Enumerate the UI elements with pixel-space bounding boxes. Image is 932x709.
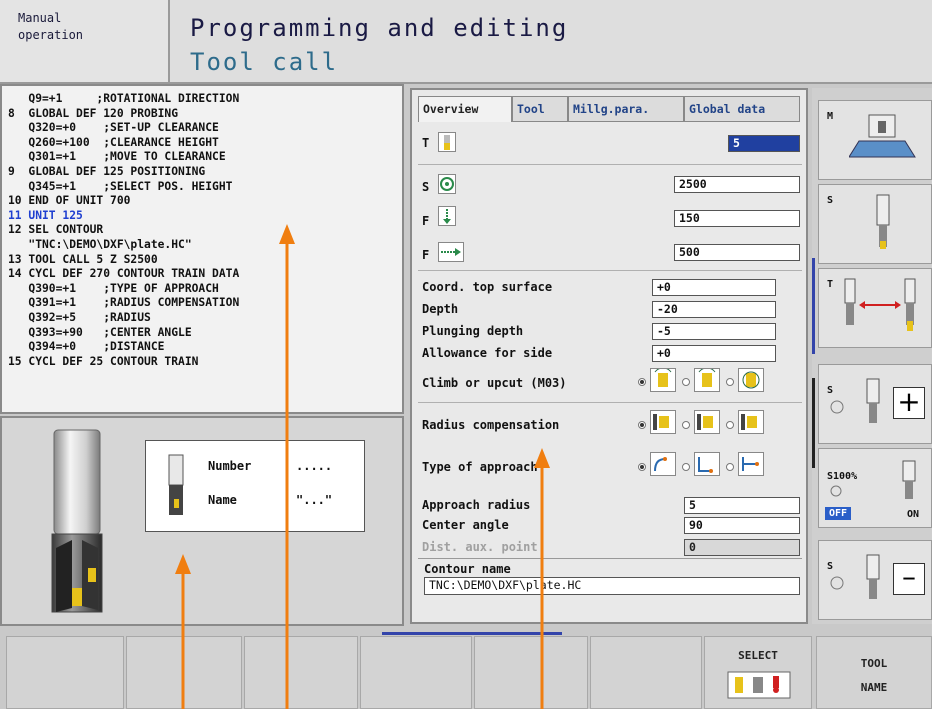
arrowhead-program — [279, 224, 295, 244]
arrowhead-form — [534, 448, 550, 468]
callout-arrows — [175, 224, 550, 709]
arrowhead-tool-graphic — [175, 554, 191, 574]
